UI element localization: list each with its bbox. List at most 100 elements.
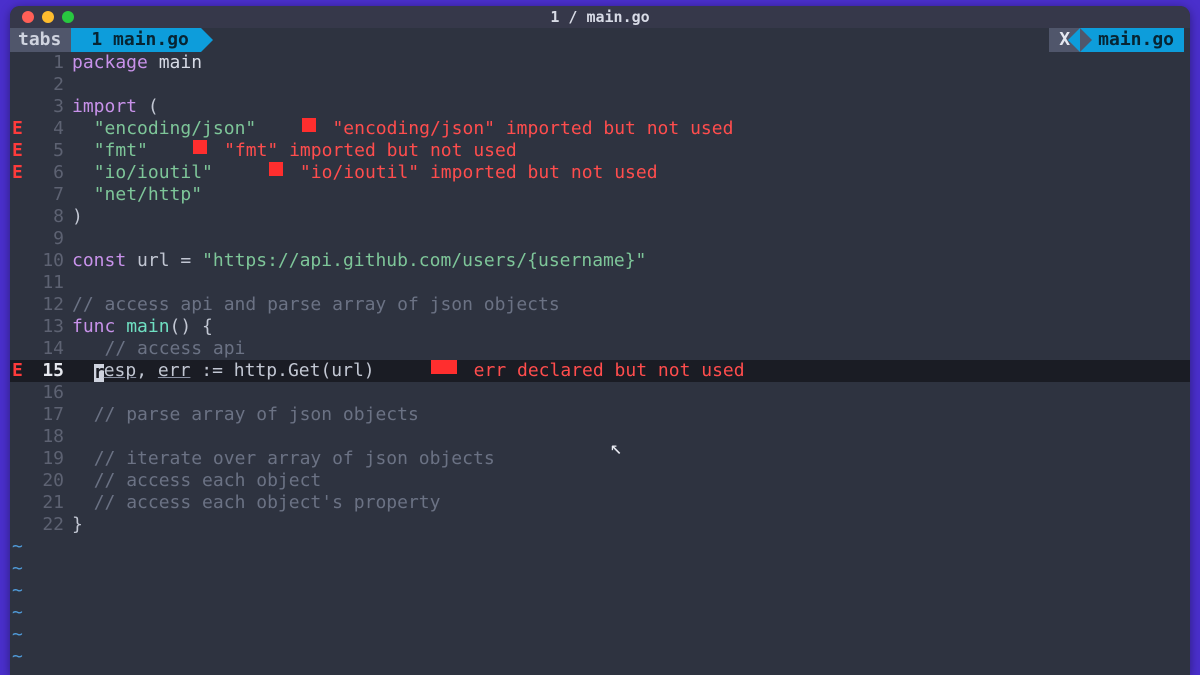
code-content[interactable]: resp, err := http.Get(url) [72, 360, 375, 382]
code-line[interactable]: 11 [10, 272, 1190, 294]
code-line[interactable]: 9 [10, 228, 1190, 250]
line-number: 8 [26, 206, 72, 228]
code-content[interactable]: ) [72, 206, 83, 228]
code-line[interactable]: 22} [10, 514, 1190, 536]
window-controls [22, 11, 74, 23]
error-sign [10, 470, 26, 492]
code-content[interactable]: "net/http" [72, 184, 202, 206]
code-line[interactable]: 19 // iterate over array of json objects [10, 448, 1190, 470]
code-content[interactable]: } [72, 514, 83, 536]
tab-main-go[interactable]: 1 main.go [71, 28, 201, 52]
line-number: 11 [26, 272, 72, 294]
code-line[interactable]: 2 [10, 74, 1190, 96]
error-sign [10, 52, 26, 74]
error-sign [10, 272, 26, 294]
tab-bar: tabs 1 main.go X main.go [10, 28, 1190, 52]
line-number: 16 [26, 382, 72, 404]
close-window-icon[interactable] [22, 11, 34, 23]
empty-line: ~ [10, 646, 1190, 668]
code-content[interactable]: // access each object [72, 470, 321, 492]
code-content[interactable]: const url = "https://api.github.com/user… [72, 250, 646, 272]
code-content[interactable]: import ( [72, 96, 159, 118]
code-content[interactable]: // parse array of json objects [72, 404, 419, 426]
empty-line: ~ [10, 580, 1190, 602]
code-line[interactable]: 13func main() { [10, 316, 1190, 338]
tab-filename-right[interactable]: main.go [1080, 28, 1184, 52]
line-number: 17 [26, 404, 72, 426]
code-content[interactable]: func main() { [72, 316, 213, 338]
code-line[interactable]: 1package main [10, 52, 1190, 74]
code-editor[interactable]: 1package main23import (E4 "encoding/json… [10, 52, 1190, 675]
code-content[interactable]: // access api [72, 338, 245, 360]
code-line[interactable]: E15 resp, err := http.Get(url) err decla… [10, 360, 1190, 382]
line-number: 21 [26, 492, 72, 514]
tabbar-right: X main.go [1049, 28, 1184, 52]
error-message: "encoding/json" imported but not used [322, 118, 734, 140]
line-number: 5 [26, 140, 72, 162]
error-sign: E [10, 118, 26, 140]
window-title: 1 / main.go [10, 6, 1190, 28]
code-line[interactable]: 20 // access each object [10, 470, 1190, 492]
line-number: 18 [26, 426, 72, 448]
line-number: 20 [26, 470, 72, 492]
code-line[interactable]: 12// access api and parse array of json … [10, 294, 1190, 316]
code-line[interactable]: 7 "net/http" [10, 184, 1190, 206]
code-line[interactable]: 17 // parse array of json objects [10, 404, 1190, 426]
code-line[interactable]: 14 // access api [10, 338, 1190, 360]
error-sign [10, 426, 26, 448]
code-content[interactable]: "fmt" [72, 140, 148, 162]
code-line[interactable]: 21 // access each object's property [10, 492, 1190, 514]
line-number: 6 [26, 162, 72, 184]
code-content[interactable]: // iterate over array of json objects [72, 448, 495, 470]
line-number: 19 [26, 448, 72, 470]
editor-window: 1 / main.go tabs 1 main.go X main.go 1pa… [10, 6, 1190, 675]
error-marker-icon [302, 118, 316, 132]
code-line[interactable]: 16 [10, 382, 1190, 404]
empty-line: ~ [10, 558, 1190, 580]
line-number: 12 [26, 294, 72, 316]
code-line[interactable]: 3import ( [10, 96, 1190, 118]
code-line[interactable]: E4 "encoding/json" "encoding/json" impor… [10, 118, 1190, 140]
error-sign [10, 514, 26, 536]
error-message: "io/ioutil" imported but not used [289, 162, 657, 184]
error-message: err declared but not used [463, 360, 745, 382]
error-sign [10, 206, 26, 228]
error-sign [10, 184, 26, 206]
line-number: 7 [26, 184, 72, 206]
error-sign [10, 448, 26, 470]
line-number: 4 [26, 118, 72, 140]
error-sign [10, 250, 26, 272]
error-sign [10, 338, 26, 360]
code-content[interactable]: package main [72, 52, 202, 74]
line-number: 10 [26, 250, 72, 272]
error-marker-icon [269, 162, 283, 176]
code-line[interactable]: E5 "fmt" "fmt" imported but not used [10, 140, 1190, 162]
code-content[interactable]: // access api and parse array of json ob… [72, 294, 560, 316]
error-marker-icon [193, 140, 207, 154]
error-sign [10, 74, 26, 96]
code-line[interactable]: E6 "io/ioutil" "io/ioutil" imported but … [10, 162, 1190, 184]
empty-line: ~ [10, 536, 1190, 558]
error-message: "fmt" imported but not used [213, 140, 516, 162]
code-content[interactable]: // access each object's property [72, 492, 440, 514]
error-sign: E [10, 360, 26, 382]
code-content[interactable]: "io/ioutil" [72, 162, 213, 184]
zoom-window-icon[interactable] [62, 11, 74, 23]
tabs-label: tabs [10, 28, 71, 52]
error-sign [10, 294, 26, 316]
code-line[interactable]: 10const url = "https://api.github.com/us… [10, 250, 1190, 272]
line-number: 22 [26, 514, 72, 536]
line-number: 9 [26, 228, 72, 250]
code-content[interactable]: "encoding/json" [72, 118, 256, 140]
line-number: 15 [26, 360, 72, 382]
code-line[interactable]: 8) [10, 206, 1190, 228]
empty-line: ~ [10, 624, 1190, 646]
line-number: 2 [26, 74, 72, 96]
error-sign: E [10, 140, 26, 162]
error-sign [10, 96, 26, 118]
code-line[interactable]: 18 [10, 426, 1190, 448]
error-sign [10, 228, 26, 250]
error-sign [10, 382, 26, 404]
empty-line: ~ [10, 602, 1190, 624]
minimize-window-icon[interactable] [42, 11, 54, 23]
